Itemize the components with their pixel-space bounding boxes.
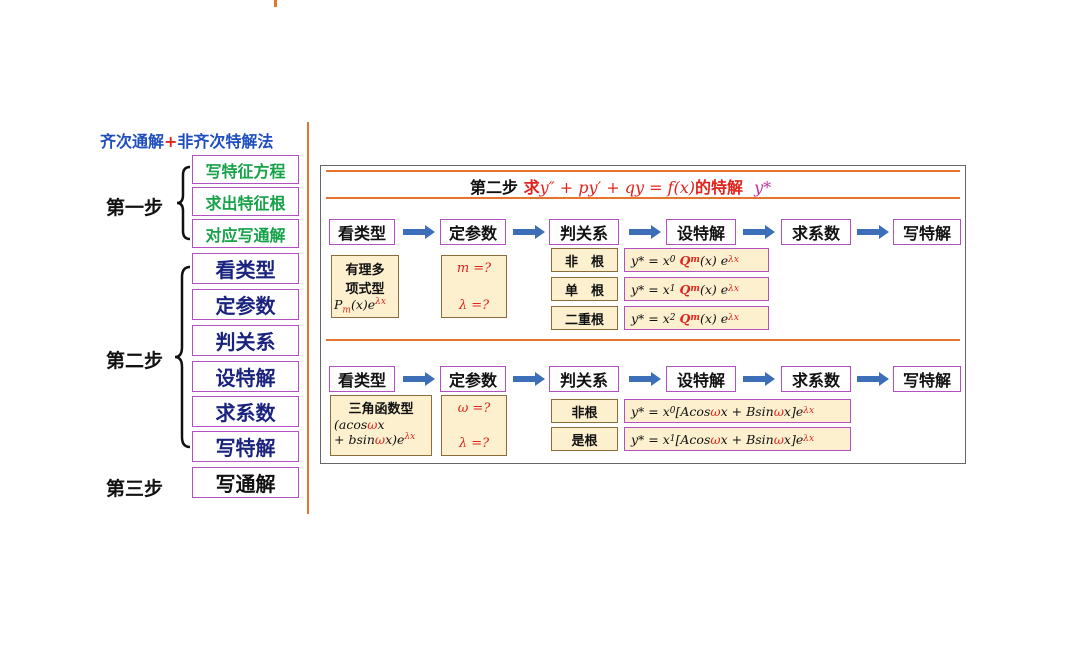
flow2-param: 定参数 [440, 366, 506, 392]
arrow-right-icon [403, 225, 435, 239]
case1-relation-single: 单 根 [551, 277, 618, 301]
arrow-right-icon [513, 225, 545, 239]
flow2-relation: 判关系 [549, 366, 619, 392]
header-step: 第二步 [470, 178, 519, 197]
case1-type-line2: 项式型 [345, 282, 385, 297]
step2-item-3: 判关系 [192, 325, 299, 356]
case1-form-2: y* = x2 Qm (x) e λx [624, 306, 769, 330]
flow1-write: 写特解 [893, 219, 961, 245]
case2-param-lambda: λ =? [458, 436, 490, 451]
header-seek: 求 [523, 178, 540, 197]
flow1-relation: 判关系 [549, 219, 619, 245]
case1-type-box: 有理多 项式型 Pm(x)eλx [331, 255, 399, 318]
divider-line [307, 122, 309, 514]
flow1-coef: 求系数 [781, 219, 851, 245]
method-title: 齐次通解+非齐次特解法 [100, 128, 273, 152]
step1-brace [176, 165, 191, 241]
flow1-assume: 设特解 [666, 219, 736, 245]
header-equation: y″ + py′ + qy = f(x) [539, 178, 695, 197]
flow1-type: 看类型 [329, 219, 395, 245]
flow1-param: 定参数 [440, 219, 506, 245]
case2-type-line3: + bsinωx)eλx [334, 432, 416, 448]
case2-type-line2: (acosωx [334, 417, 385, 432]
case2-type-box: 三角函数型 (acosωx + bsinωx)eλx [330, 395, 432, 456]
header-ystar: y* [754, 178, 772, 197]
arrow-right-icon [403, 372, 435, 386]
step2-label: 第二步 [106, 350, 164, 372]
step2-item-6: 写特解 [192, 431, 299, 462]
case2-form-0: y* = x 0 [Acos ω x + Bsin ω x]e λx [624, 399, 851, 423]
step2-item-5: 求系数 [192, 396, 299, 427]
flow2-assume: 设特解 [666, 366, 736, 392]
step1-item-3: 对应写通解 [192, 219, 299, 248]
arrow-right-icon [629, 372, 661, 386]
flow2-coef: 求系数 [781, 366, 851, 392]
case1-param-m: m =? [456, 261, 492, 276]
step3-label: 第三步 [106, 478, 164, 500]
flow2-write: 写特解 [893, 366, 961, 392]
arrow-right-icon [629, 225, 661, 239]
case1-relation-nonroot: 非 根 [551, 248, 618, 272]
arrow-right-icon [743, 225, 775, 239]
step1-label: 第一步 [106, 197, 164, 219]
case1-param-box: m =? λ =? [441, 255, 507, 318]
arrow-right-icon [857, 372, 889, 386]
arrow-right-icon [857, 225, 889, 239]
title-part-particular: 非齐次特解法 [177, 132, 274, 151]
step2-item-1: 看类型 [192, 253, 299, 284]
step2-item-2: 定参数 [192, 289, 299, 320]
case2-relation-root: 是根 [551, 427, 618, 451]
case1-param-lambda: λ =? [458, 298, 490, 313]
case2-type-line1: 三角函数型 [348, 402, 414, 417]
case1-form-0: y* = x0 Qm (x) e λx [624, 248, 769, 272]
case2-param-box: ω =? λ =? [441, 395, 507, 456]
panel-top-rule [326, 170, 960, 172]
arrow-right-icon [743, 372, 775, 386]
title-plus: + [164, 132, 178, 151]
case1-form-1: y* = x1 Qm (x) e λx [624, 277, 769, 301]
step3-item: 写通解 [192, 467, 299, 498]
step1-item-1: 写特征方程 [192, 155, 299, 184]
case2-relation-nonroot: 非根 [551, 399, 618, 423]
header-particular: 的特解 [694, 178, 743, 197]
step1-item-2: 求出特征根 [192, 187, 299, 216]
step2-brace [174, 265, 191, 449]
case1-type-line1: 有理多 [345, 263, 385, 278]
title-part-homogeneous: 齐次通解 [100, 132, 165, 151]
case1-relation-double: 二重根 [551, 306, 618, 330]
case-separator [326, 339, 960, 341]
step2-item-4: 设特解 [192, 361, 299, 392]
flow2-type: 看类型 [329, 366, 395, 392]
top-mark [274, 0, 277, 7]
case1-type-formula: Pm(x)eλx [334, 297, 386, 316]
case2-form-1: y* = x 1 [Acos ω x + Bsin ω x]e λx [624, 427, 851, 451]
arrow-right-icon [513, 372, 545, 386]
case2-param-omega: ω =? [457, 401, 491, 416]
panel-header: 第二步 求y″ + py′ + qy = f(x)的特解 y* [470, 174, 771, 198]
